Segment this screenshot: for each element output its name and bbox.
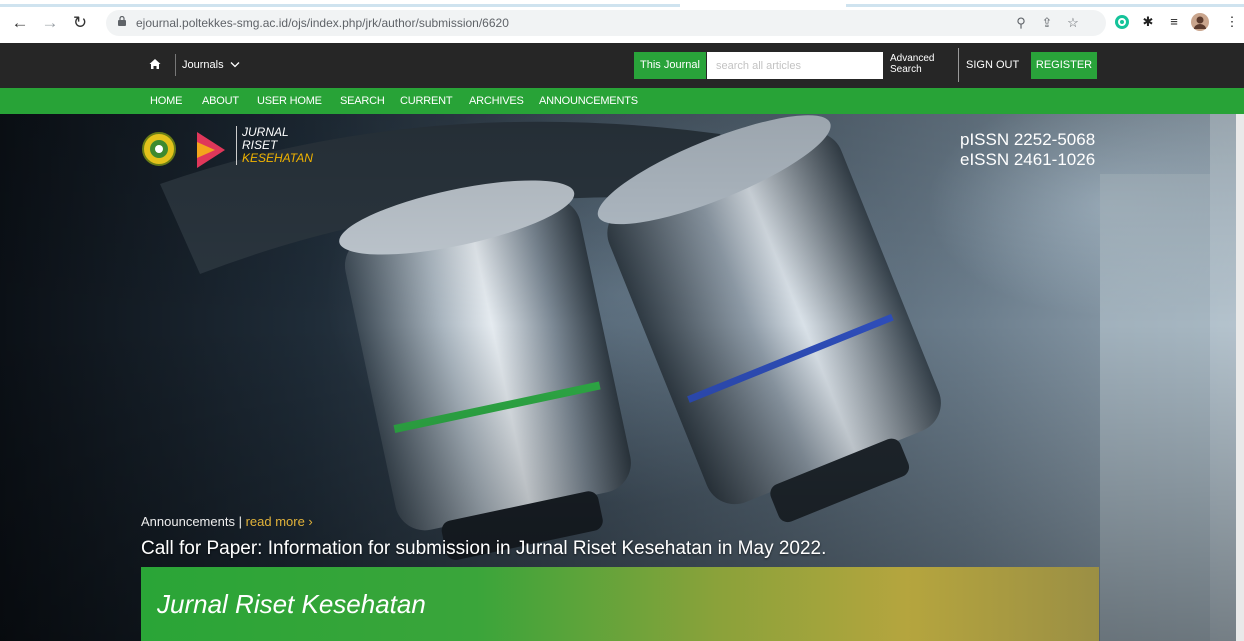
nav-archives[interactable]: ARCHIVES bbox=[469, 88, 524, 114]
reading-list-icon[interactable]: ≡ bbox=[1164, 12, 1184, 32]
lock-icon bbox=[118, 16, 126, 26]
tab-strip-edge-right bbox=[846, 4, 1244, 7]
url-text[interactable]: ejournal.poltekkes-smg.ac.id/ojs/index.p… bbox=[136, 10, 509, 36]
nav-current[interactable]: CURRENT bbox=[400, 88, 453, 114]
tab-strip-edge bbox=[0, 4, 680, 7]
pissn-text: pISSN 2252-5068 bbox=[960, 130, 1096, 149]
hero-vignette bbox=[0, 114, 1244, 641]
address-bar[interactable]: ejournal.poltekkes-smg.ac.id/ojs/index.p… bbox=[106, 10, 1106, 36]
profile-avatar-icon[interactable] bbox=[1190, 12, 1210, 32]
zoom-icon[interactable]: ⚲ bbox=[1012, 14, 1030, 32]
search-scope-button[interactable]: This Journal bbox=[634, 52, 706, 79]
share-icon[interactable]: ⇪ bbox=[1038, 14, 1056, 32]
reload-icon[interactable]: ↻ bbox=[70, 13, 90, 33]
register-button[interactable]: REGISTER bbox=[1031, 52, 1097, 79]
main-nav: HOME ABOUT USER HOME SEARCH CURRENT ARCH… bbox=[0, 88, 1244, 114]
bookmark-star-icon[interactable]: ☆ bbox=[1064, 14, 1082, 32]
site-top-bar: Journals This Journal Advanced Search SI… bbox=[0, 43, 1244, 88]
announcement-headline[interactable]: Call for Paper: Information for submissi… bbox=[141, 538, 826, 560]
journals-dropdown[interactable]: Journals bbox=[182, 43, 240, 88]
advanced-search-line1: Advanced bbox=[890, 53, 935, 64]
chevron-down-icon bbox=[230, 62, 240, 68]
nav-about[interactable]: ABOUT bbox=[202, 88, 239, 114]
ministry-seal-icon bbox=[142, 132, 176, 166]
nav-user-home[interactable]: USER HOME bbox=[257, 88, 322, 114]
scrollbar-track[interactable] bbox=[1236, 114, 1244, 641]
separator: | bbox=[234, 514, 246, 529]
advanced-search-link[interactable]: Advanced Search bbox=[890, 53, 954, 75]
nav-announcements[interactable]: ANNOUNCEMENTS bbox=[539, 88, 638, 114]
advanced-search-line2: Search bbox=[890, 64, 922, 75]
journals-label: Journals bbox=[182, 59, 224, 71]
browser-toolbar: ← → ↻ ejournal.poltekkes-smg.ac.id/ojs/i… bbox=[0, 0, 1244, 43]
read-more-label: read more bbox=[245, 514, 305, 529]
hero-banner-image: JURNAL RISET KESEHATAN pISSN 2252-5068 e… bbox=[0, 114, 1244, 641]
grammarly-extension-icon[interactable] bbox=[1112, 12, 1132, 32]
sign-out-link[interactable]: SIGN OUT bbox=[966, 43, 1019, 88]
journal-title: Jurnal Riset Kesehatan bbox=[157, 589, 426, 619]
extensions-puzzle-icon[interactable]: ✱ bbox=[1138, 12, 1158, 32]
journal-title-banner: Jurnal Riset Kesehatan bbox=[141, 567, 1099, 641]
nav-home[interactable]: HOME bbox=[150, 88, 182, 114]
eissn-text: eISSN 2461-1026 bbox=[960, 150, 1096, 169]
forward-icon[interactable]: → bbox=[40, 13, 60, 33]
announcements-label: Announcements bbox=[141, 514, 235, 529]
logo-line3: KESEHATAN bbox=[242, 151, 313, 165]
poltekkes-logo-icon bbox=[197, 132, 225, 168]
browser-menu-icon[interactable]: ⋮ bbox=[1222, 12, 1242, 32]
divider bbox=[175, 54, 176, 76]
read-more-link[interactable]: read more › bbox=[246, 514, 313, 529]
announcement-header: Announcements | read more › bbox=[141, 514, 313, 529]
home-icon[interactable] bbox=[149, 58, 161, 70]
nav-search[interactable]: SEARCH bbox=[340, 88, 385, 114]
back-icon[interactable]: ← bbox=[10, 13, 30, 33]
issn-block: pISSN 2252-5068 eISSN 2461-1026 bbox=[960, 130, 1095, 170]
journal-logo-text: JURNAL RISET KESEHATAN bbox=[236, 126, 313, 165]
search-input[interactable] bbox=[707, 52, 883, 79]
read-more-arrow: › bbox=[304, 514, 313, 529]
divider bbox=[958, 48, 959, 82]
